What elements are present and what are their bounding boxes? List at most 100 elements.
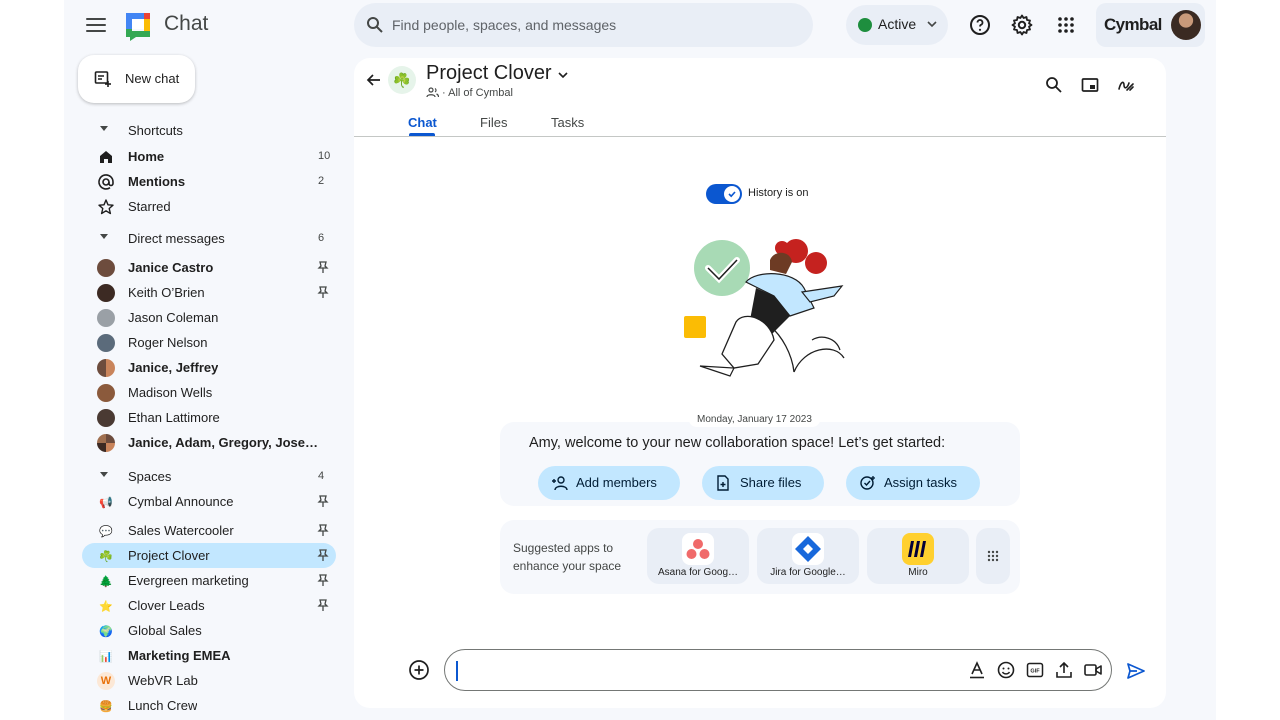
chat-app: Chat Active Cymbal New chat Shortcuts [64,0,1216,720]
add-circle-icon[interactable] [408,659,430,681]
app-tile-jira[interactable]: Jira for Google… [757,528,859,584]
sidebar-item-mentions[interactable]: Mentions 2 [82,169,336,194]
pin-icon[interactable] [316,548,330,562]
space-label: WebVR Lab [128,673,198,688]
sidebar-item-label: Mentions [128,174,186,189]
space-item[interactable]: 💬 Sales Watercooler [82,518,336,543]
pin-icon[interactable] [316,598,330,612]
search-bar[interactable] [354,3,813,47]
at-icon [98,174,114,190]
apps-grid-icon[interactable] [1054,13,1078,37]
account-switcher[interactable]: Cymbal [1096,3,1205,47]
shortcuts-header[interactable]: Shortcuts [64,120,344,142]
activity-icon[interactable] [1116,75,1136,95]
dm-item[interactable]: Roger Nelson [82,330,336,355]
message-composer[interactable]: GIF [444,649,1112,691]
new-chat-button[interactable]: New chat [78,55,195,103]
format-text-icon[interactable] [967,660,987,680]
date-divider: Monday, January 17 2023 [689,412,820,427]
space-label: Clover Leads [128,598,205,613]
space-audience: · All of Cymbal [442,87,513,99]
help-icon[interactable] [968,13,992,37]
space-title[interactable]: Project Clover [426,62,552,85]
add-members-button[interactable]: Add members [538,466,680,500]
space-label: Global Sales [128,623,202,638]
gif-icon[interactable]: GIF [1025,660,1045,680]
asana-logo-icon [682,533,714,565]
direct-messages-header[interactable]: Direct messages 6 [64,228,344,250]
space-label: Marketing EMEA [128,648,231,663]
dm-item[interactable]: Janice Castro [82,255,336,280]
space-emoji-icon: W [97,672,115,690]
search-in-space-icon[interactable] [1044,75,1064,95]
tab-chat[interactable]: Chat [408,115,437,130]
app-title: Chat [164,12,209,35]
space-tabs: Chat Files Tasks [354,108,1166,137]
welcome-card: Amy, welcome to your new collaboration s… [500,422,1020,506]
pin-icon[interactable] [316,494,330,508]
send-icon[interactable] [1126,661,1146,681]
caret-down-icon[interactable] [558,70,568,80]
tab-tasks[interactable]: Tasks [551,115,584,130]
space-item-project-clover[interactable]: ☘️ Project Clover [82,543,336,568]
emoji-icon[interactable] [996,660,1016,680]
dm-item[interactable]: Janice, Jeffrey [82,355,336,380]
more-apps-button[interactable] [976,528,1010,584]
app-tile-miro[interactable]: Miro [867,528,969,584]
dm-item[interactable]: Janice, Adam, Gregory, Jose… [82,430,336,455]
status-dropdown[interactable]: Active [846,5,948,45]
space-emoji-icon: ☘️ [99,550,113,563]
space-item[interactable]: 🌲 Evergreen marketing [82,568,336,593]
assign-tasks-button[interactable]: Assign tasks [846,466,980,500]
section-label: Shortcuts [128,123,183,138]
user-avatar[interactable] [1171,10,1201,40]
main-menu-icon[interactable] [84,14,108,36]
gear-icon[interactable] [1010,13,1034,37]
sidebar-item-home[interactable]: Home 10 [82,144,336,169]
people-icon [426,87,439,98]
space-item[interactable]: W WebVR Lab [82,668,336,693]
history-toggle[interactable] [706,184,742,204]
apps-grid-icon [987,550,999,562]
pin-icon[interactable] [316,523,330,537]
space-label: Lunch Crew [128,698,198,713]
dm-item[interactable]: Keith O’Brien [82,280,336,305]
collapse-caret-icon [100,472,108,477]
dm-item[interactable]: Ethan Lattimore [82,405,336,430]
star-icon [98,199,114,215]
dm-item[interactable]: Jason Coleman [82,305,336,330]
space-emoji-icon: 📊 [99,650,113,663]
dm-item[interactable]: Madison Wells [82,380,336,405]
dm-label: Janice, Jeffrey [128,360,219,375]
space-item[interactable]: ⭐ Clover Leads [82,593,336,618]
dm-label: Madison Wells [128,385,213,400]
tab-files[interactable]: Files [480,115,507,130]
message-input[interactable] [457,656,957,684]
pin-icon[interactable] [316,573,330,587]
space-item[interactable]: 📢 Cymbal Announce [82,489,336,514]
back-arrow-icon[interactable] [366,72,382,88]
picture-in-picture-icon[interactable] [1080,75,1100,95]
space-label: Project Clover [128,548,210,563]
space-label: Sales Watercooler [128,523,234,538]
space-emoji-icon: 🍔 [99,700,113,713]
spaces-header[interactable]: Spaces 4 [64,466,344,488]
space-item[interactable]: 🌍 Global Sales [82,618,336,643]
add-person-icon [552,476,568,491]
dm-label: Janice, Adam, Gregory, Jose… [128,435,318,450]
pin-icon[interactable] [316,260,330,274]
video-call-icon[interactable] [1083,660,1103,680]
upload-icon[interactable] [1054,660,1074,680]
space-item[interactable]: 📊 Marketing EMEA [82,643,336,668]
app-tile-asana[interactable]: Asana for Goog… [647,528,749,584]
space-emoji-icon: 💬 [99,525,113,538]
home-icon [100,151,112,163]
brand-wordmark: Cymbal [1104,15,1162,34]
search-input[interactable] [392,3,792,47]
status-label: Active [878,16,917,32]
sidebar-item-starred[interactable]: Starred [82,194,336,219]
space-item[interactable]: 🍔 Lunch Crew [82,693,336,718]
app-label: Asana for Goog… [657,567,739,578]
pin-icon[interactable] [316,285,330,299]
share-files-button[interactable]: Share files [702,466,824,500]
